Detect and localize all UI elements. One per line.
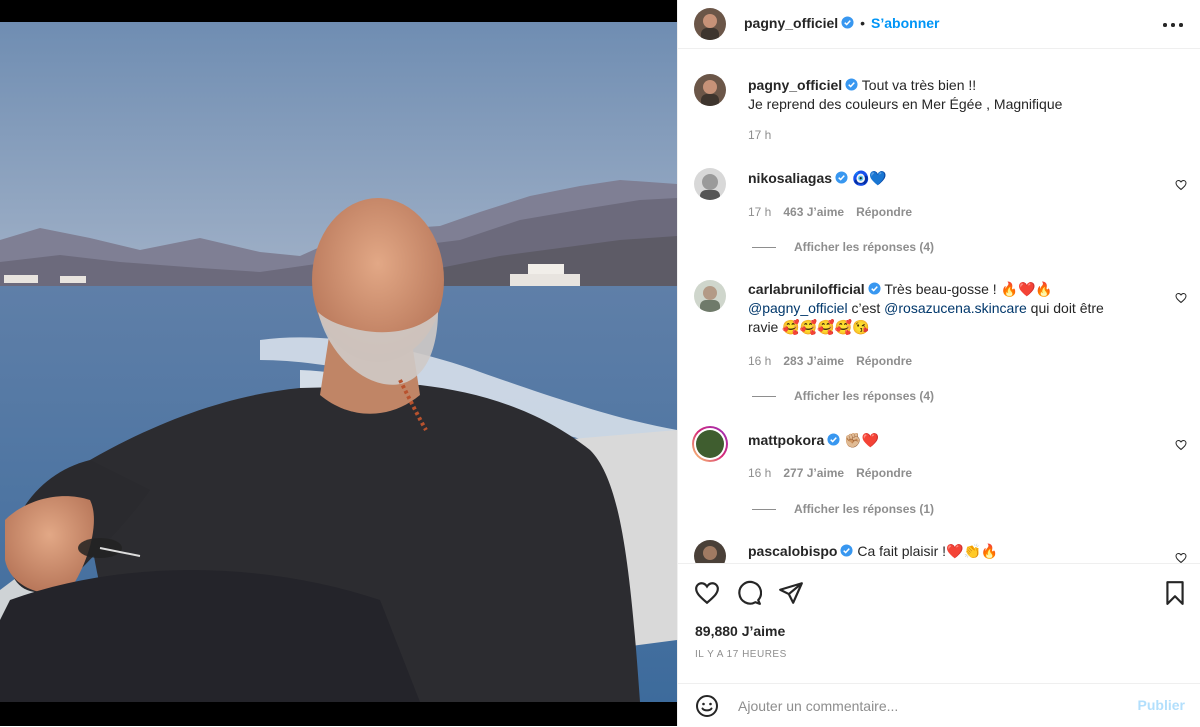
view-replies-button[interactable]: Afficher les réponses (1) — [752, 502, 934, 516]
comment-username[interactable]: pascalobispo — [748, 543, 837, 559]
instagram-post-view: pagny_officiel • S’abonner pagny_officiel … — [0, 0, 1200, 726]
caption-avatar[interactable] — [694, 74, 726, 106]
comment-input[interactable] — [736, 693, 1100, 719]
post-timestamp[interactable]: IL Y A 17 HEURES — [695, 649, 787, 660]
follow-button[interactable]: S’abonner — [871, 15, 939, 31]
reply-button[interactable]: Répondre — [856, 354, 912, 368]
replies-line — [752, 247, 776, 249]
author-username[interactable]: pagny_officiel — [744, 15, 838, 31]
comment-text: nikosaliagas 🧿💙 — [748, 169, 1161, 188]
comment-username[interactable]: carlabrunilofficial — [748, 281, 865, 297]
comment-body: qui doit être — [1026, 300, 1104, 316]
photo-illustration — [0, 0, 677, 726]
replies-line — [752, 396, 776, 398]
caption-line-2: Je reprend des couleurs en Mer Égée , Ma… — [748, 96, 1063, 112]
comment-likes[interactable]: 283 J’aime — [783, 354, 844, 368]
reply-button[interactable]: Répondre — [856, 205, 912, 219]
heart-icon[interactable] — [694, 580, 720, 606]
comment-time: 16 h — [748, 466, 772, 480]
view-replies-label: Afficher les réponses (1) — [794, 502, 935, 516]
comment-meta: 16 h 277 J’aime Répondre — [748, 466, 912, 480]
comment-time: 17 h — [748, 205, 772, 219]
comment-like-icon[interactable] — [1175, 292, 1187, 304]
comment-time: 16 h — [748, 354, 772, 368]
comment-like-icon[interactable] — [1175, 439, 1187, 451]
verified-badge-icon — [835, 171, 848, 184]
verified-badge-icon — [827, 433, 840, 446]
post-header: pagny_officiel • S’abonner — [678, 0, 1200, 49]
smiley-icon[interactable] — [695, 694, 719, 718]
bookmark-icon[interactable] — [1162, 580, 1188, 606]
comment-body: 🧿💙 — [851, 170, 887, 186]
verified-badge-icon — [841, 16, 854, 29]
separator-dot: • — [860, 15, 866, 31]
comment-composer: Publier — [678, 683, 1200, 727]
comment-avatar[interactable] — [694, 280, 726, 312]
comment-body: ✊🏼❤️ — [844, 432, 879, 448]
post-actions: 89,880 J’aime IL Y A 17 HEURES — [678, 563, 1200, 684]
author-avatar[interactable] — [694, 8, 726, 40]
comment-body: Très beau-gosse ! 🔥❤️🔥 — [884, 281, 1053, 297]
likes-count[interactable]: 89,880 J’aime — [695, 623, 785, 639]
comment-avatar[interactable] — [692, 426, 728, 462]
view-replies-button[interactable]: Afficher les réponses (4) — [752, 389, 934, 403]
comment-meta: 17 h 463 J’aime Répondre — [748, 205, 912, 219]
comment-likes[interactable]: 277 J’aime — [783, 466, 844, 480]
comment-avatar[interactable] — [694, 168, 726, 200]
verified-badge-icon — [868, 282, 881, 295]
comment-like-icon[interactable] — [1175, 552, 1187, 563]
comment-meta: 16 h 283 J’aime Répondre — [748, 354, 912, 368]
comment-username[interactable]: mattpokora — [748, 432, 824, 448]
publish-button[interactable]: Publier — [1138, 697, 1185, 713]
comment-likes[interactable]: 463 J’aime — [783, 205, 844, 219]
caption-line-1: Tout va très bien !! — [861, 77, 977, 93]
reply-button[interactable]: Répondre — [856, 466, 912, 480]
verified-badge-icon — [845, 78, 858, 91]
view-replies-label: Afficher les réponses (4) — [794, 240, 935, 254]
caption-text: pagny_officiel Tout va très bien !! Je r… — [748, 76, 1161, 114]
comment-body: Ca fait plaisir !❤️👏🔥 — [857, 543, 999, 559]
more-options-icon[interactable] — [1163, 14, 1183, 34]
paper-plane-icon[interactable] — [778, 580, 804, 606]
comment-text: pascalobispo Ca fait plaisir !❤️👏🔥 — [748, 542, 1161, 561]
comment-text: mattpokora ✊🏼❤️ — [748, 431, 1161, 450]
replies-line — [752, 509, 776, 511]
caption-time: 17 h — [748, 128, 772, 142]
comment-like-icon[interactable] — [1175, 179, 1187, 191]
comment-username[interactable]: nikosaliagas — [748, 170, 832, 186]
post-side-panel: pagny_officiel • S’abonner pagny_officiel … — [677, 0, 1200, 726]
comment-icon[interactable] — [736, 580, 762, 606]
comments-list[interactable]: pagny_officiel Tout va très bien !! Je r… — [678, 48, 1200, 563]
view-replies-button[interactable]: Afficher les réponses (4) — [752, 240, 934, 254]
comment-avatar[interactable] — [694, 540, 726, 563]
mention-link[interactable]: @rosazucena.skincare — [884, 300, 1027, 316]
verified-badge-icon — [840, 544, 854, 557]
view-replies-label: Afficher les réponses (4) — [794, 389, 935, 403]
post-photo[interactable] — [0, 0, 677, 726]
mention-link[interactable]: @pagny_officiel — [748, 300, 848, 316]
comment-body: c’est — [847, 300, 885, 316]
comment-body: ravie 🥰🥰🥰🥰😘 — [748, 319, 870, 335]
caption-username[interactable]: pagny_officiel — [748, 77, 842, 93]
comment-text: carlabrunilofficial Très beau-gosse ! 🔥❤… — [748, 280, 1161, 337]
